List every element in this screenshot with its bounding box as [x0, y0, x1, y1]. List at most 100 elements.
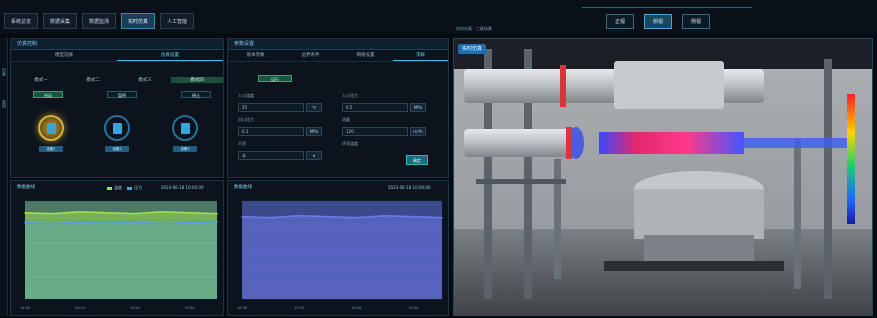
device-card[interactable]: 设备2 [95, 115, 139, 152]
pipe-valve-assembly [614, 61, 724, 109]
frame-column [794, 139, 801, 289]
run-button[interactable]: 运行 [258, 75, 292, 82]
tank-body [634, 189, 764, 239]
start-button[interactable]: 启动 [33, 91, 63, 98]
header-divider [582, 7, 752, 8]
data-point [241, 215, 243, 218]
field-label: 出口压力 [238, 117, 254, 122]
data-point [326, 215, 329, 218]
sim-control-panel: 仿真控制 模型选择 仿真设置 模式一 模式二 模式三 模式四 启动 暂停 停止 … [10, 38, 224, 178]
field-input[interactable]: 0.1 [238, 127, 304, 136]
rail-item-monitor[interactable]: 监测 [1, 100, 7, 108]
field-unit: m³/h [410, 127, 426, 136]
mode-item-active[interactable]: 模式四 [171, 77, 223, 83]
x-tick-label: 10:10 [75, 306, 85, 310]
tab-simulation[interactable]: 实时仿真 [121, 13, 156, 29]
field-select[interactable]: 水 [238, 151, 304, 160]
mode-item[interactable]: 模式二 [67, 77, 119, 83]
tab-mesh[interactable]: 网格设置 [338, 50, 393, 61]
field-unit: MPa [410, 103, 426, 112]
data-point [216, 212, 218, 215]
rail-item-simulation[interactable]: 仿真 [1, 68, 7, 76]
top-view-button[interactable]: 俯视 [644, 14, 672, 29]
view-switcher: 正视 俯视 侧视 [606, 14, 710, 29]
side-view-button[interactable]: 侧视 [682, 14, 710, 29]
data-point [24, 221, 26, 224]
stop-button[interactable]: 停止 [181, 91, 211, 98]
tab-model-select[interactable]: 模型选择 [11, 50, 117, 61]
tab-solve[interactable]: 求解 [393, 50, 448, 61]
field-unit: ℃ [306, 103, 322, 112]
color-scale-bar [847, 94, 855, 224]
panel-title: 仿真控制 [11, 39, 223, 50]
chart-panel-right: 数据曲线 2023-06-18 10:00:00 10:00 10:10 10:20… [227, 180, 449, 316]
tab-basic-params[interactable]: 基本参数 [228, 50, 283, 61]
device-ring [172, 115, 198, 141]
heat-map-segment [599, 132, 744, 154]
device-card[interactable]: 设备1 [29, 115, 73, 152]
field-label: 环境温度 [342, 141, 358, 146]
data-point [51, 222, 54, 225]
data-point [355, 216, 358, 219]
mode-item[interactable]: 模式一 [15, 77, 67, 83]
field-input[interactable]: 25 [238, 103, 304, 112]
chart-right: 10:00 10:10 10:20 10:30 [237, 200, 443, 310]
mode-item[interactable]: 模式三 [119, 77, 171, 83]
tab-sim-settings[interactable]: 仿真设置 [117, 50, 223, 61]
device-ring [38, 115, 64, 141]
subtab-bar: 基本参数 边界条件 网格设置 求解 [228, 50, 448, 62]
device-card[interactable]: 设备3 [163, 115, 207, 152]
data-point [188, 221, 191, 224]
x-tick-label: 10:30 [185, 306, 195, 310]
confirm-button[interactable]: 确定 [406, 155, 428, 165]
tab-ai[interactable]: 人工智能 [160, 13, 195, 29]
front-view-button[interactable]: 正视 [606, 14, 634, 29]
data-point [106, 211, 109, 214]
data-point [269, 216, 272, 219]
chart-timestamp: 2023-06-18 10:00:00 [161, 185, 204, 190]
top-nav: 系统总览 数据采集 数据监测 实时仿真 人工智能 [4, 13, 195, 29]
top-bar: 系统总览 数据采集 数据监测 实时仿真 人工智能 正视 俯视 侧视 实时仿真 ·… [0, 0, 877, 34]
data-point [79, 210, 81, 213]
app-root: 系统总览 数据采集 数据监测 实时仿真 人工智能 正视 俯视 侧视 实时仿真 ·… [0, 0, 877, 318]
scene-viewport[interactable]: 实时仿真 [453, 38, 873, 316]
field-input[interactable]: 0.5 [342, 103, 408, 112]
device-label: 设备1 [39, 146, 63, 152]
device-ring [104, 115, 130, 141]
data-point [24, 211, 26, 214]
subtab-bar: 模型选择 仿真设置 [11, 50, 223, 62]
frame-beam [476, 179, 566, 184]
tab-acquisition[interactable]: 数据采集 [43, 13, 78, 29]
x-tick-label: 10:20 [351, 306, 361, 310]
tab-monitor[interactable]: 数据监测 [82, 13, 117, 29]
param-panel: 参数设置 基本参数 边界条件 网格设置 求解 运行 入口温度 25 ℃ 入口压力… [227, 38, 449, 178]
chart-panel-left: 数据曲线 温度 压力 2023-06-18 10:00:00 10:00 10:1… [10, 180, 224, 316]
pause-button[interactable]: 暂停 [107, 91, 137, 98]
floor-grate [604, 261, 784, 271]
data-point [51, 212, 54, 215]
tank-base [644, 235, 754, 263]
tab-overview[interactable]: 系统总览 [4, 13, 39, 29]
series-area [25, 221, 217, 299]
scene-badge: 实时仿真 [458, 44, 487, 54]
field-label: 介质 [238, 141, 246, 146]
x-tick-label: 10:30 [408, 306, 418, 310]
data-point [384, 214, 386, 217]
data-point [188, 211, 191, 214]
data-point [133, 221, 136, 224]
dropdown-chevron-icon[interactable]: ▾ [306, 151, 322, 160]
data-point [441, 216, 443, 219]
field-input[interactable]: 120 [342, 127, 408, 136]
chart-legend: 温度 压力 [107, 185, 142, 191]
legend-item: 压力 [127, 185, 142, 190]
data-point [412, 215, 415, 218]
chart-left: 10:00 10:10 10:20 10:30 [20, 200, 218, 310]
chart-timestamp: 2023-06-18 10:00:00 [388, 185, 431, 190]
tab-boundary[interactable]: 边界条件 [283, 50, 338, 61]
data-point [216, 220, 218, 223]
data-point [161, 210, 163, 213]
data-point [79, 221, 81, 224]
data-point [298, 214, 300, 217]
device-label: 设备3 [173, 146, 197, 152]
x-tick-label: 10:10 [294, 306, 304, 310]
